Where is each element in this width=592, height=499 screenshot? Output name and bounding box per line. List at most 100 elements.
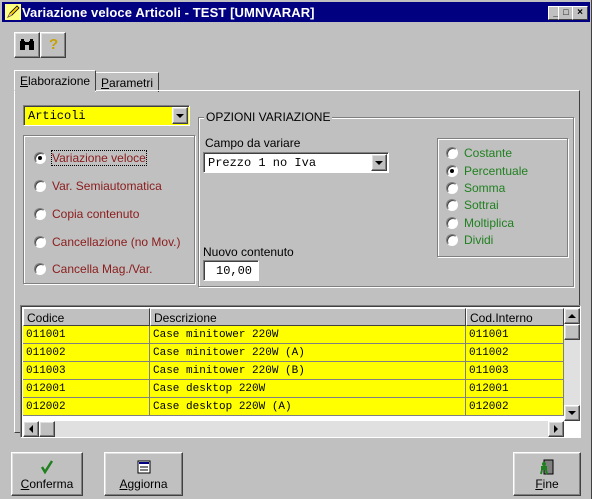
scroll-down-button[interactable]	[564, 405, 580, 421]
cell-descrizione[interactable]: Case desktop 220W (A)	[150, 398, 466, 416]
radio-button[interactable]	[446, 217, 458, 229]
chevron-down-icon	[176, 114, 184, 118]
help-icon: ?	[49, 36, 59, 53]
binoculars-icon	[20, 39, 34, 50]
tab-parametri-label: arametri	[109, 76, 154, 90]
table-row[interactable]: 011003 Case minitower 220W (B) 011003	[23, 362, 564, 380]
radio-label: Var. Semiautomatica	[52, 179, 162, 193]
radio-label: Costante	[464, 146, 513, 160]
cell-descrizione[interactable]: Case minitower 220W (B)	[150, 362, 466, 380]
radio-label: Dividi	[464, 233, 494, 247]
radio-label: Variazione veloce	[51, 150, 147, 166]
archive-select[interactable]: Articoli	[23, 105, 190, 126]
close-icon: ×	[577, 7, 583, 18]
tab-elaborazione[interactable]: Elaborazione	[14, 70, 97, 91]
cell-codice[interactable]: 012001	[23, 380, 150, 398]
cell-cod-interno[interactable]: 011002	[466, 344, 564, 362]
radio-label: Somma	[464, 181, 506, 195]
field-to-change-select[interactable]: Prezzo 1 no Iva	[203, 152, 389, 173]
cell-codice[interactable]: 012002	[23, 398, 150, 416]
radio-label: Moltiplica	[464, 216, 515, 230]
end-button[interactable]: Fine	[513, 452, 581, 496]
tab-elaborazione-mnemonic: E	[20, 74, 29, 88]
exit-door-icon	[540, 459, 554, 475]
arrow-up-icon	[568, 314, 576, 318]
cell-descrizione[interactable]: Case minitower 220W	[150, 326, 466, 344]
tab-parametri-mnemonic: P	[101, 76, 110, 90]
cell-cod-interno[interactable]: 011001	[466, 326, 564, 344]
column-header-descrizione[interactable]: Descrizione	[150, 308, 466, 326]
radio-button[interactable]	[446, 182, 458, 194]
scroll-thumb[interactable]	[39, 421, 55, 437]
checkmark-icon	[40, 460, 54, 475]
radio-button[interactable]	[446, 199, 458, 211]
window-title: Variazione veloce Articoli - TEST [UMNVA…	[22, 5, 315, 20]
articles-grid[interactable]: Codice Descrizione Cod.Interno 011001 Ca…	[20, 305, 581, 438]
maximize-icon: □	[563, 7, 569, 17]
confirm-button[interactable]: Conferma	[11, 452, 83, 496]
help-tool-button[interactable]: ?	[40, 32, 66, 58]
arrow-left-icon	[29, 425, 33, 433]
end-button-label: Fine	[535, 477, 559, 491]
vertical-scrollbar[interactable]	[564, 308, 580, 421]
table-row[interactable]: 012001 Case desktop 220W 012001	[23, 380, 564, 398]
cell-codice[interactable]: 011003	[23, 362, 150, 380]
refresh-button-label: Aggiorna	[119, 477, 168, 491]
column-header-cod-interno[interactable]: Cod.Interno	[466, 308, 564, 326]
archive-dropdown-button[interactable]	[172, 107, 188, 124]
table-row[interactable]: 011002 Case minitower 220W (A) 011002	[23, 344, 564, 362]
app-window: Variazione veloce Articoli - TEST [UMNVA…	[0, 0, 592, 499]
new-content-label: Nuovo contenuto	[203, 245, 294, 259]
title-bar[interactable]: Variazione veloce Articoli - TEST [UMNVA…	[2, 2, 590, 22]
cell-codice[interactable]: 011002	[23, 344, 150, 362]
radio-label: Sottrai	[464, 198, 499, 212]
cell-cod-interno[interactable]: 012001	[466, 380, 564, 398]
column-header-label: Codice	[27, 311, 65, 325]
cell-descrizione[interactable]: Case desktop 220W	[150, 380, 466, 398]
tab-elaborazione-label: laborazione	[28, 74, 91, 88]
options-group-title: OPZIONI VARIAZIONE	[204, 110, 333, 124]
table-row[interactable]: 012002 Case desktop 220W (A) 012002	[23, 398, 564, 416]
pencil-icon	[5, 4, 21, 20]
scroll-left-button[interactable]	[23, 421, 39, 437]
archive-select-value: Articoli	[28, 109, 86, 123]
cell-cod-interno[interactable]: 012002	[466, 398, 564, 416]
refresh-button[interactable]: Aggiorna	[104, 452, 183, 496]
close-button[interactable]: ×	[572, 6, 588, 20]
scroll-thumb[interactable]	[564, 324, 580, 340]
column-header-label: Cod.Interno	[470, 311, 533, 325]
arrow-down-icon	[568, 411, 576, 415]
chevron-down-icon	[375, 161, 383, 165]
arrow-right-icon	[554, 425, 558, 433]
column-header-codice[interactable]: Codice	[23, 308, 150, 326]
cell-cod-interno[interactable]: 011003	[466, 362, 564, 380]
radio-button[interactable]	[34, 236, 46, 248]
radio-button[interactable]	[34, 263, 46, 275]
list-icon	[137, 460, 150, 474]
radio-label: Copia contenuto	[52, 207, 140, 221]
radio-button[interactable]	[446, 147, 458, 159]
radio-label: Cancella Mag./Var.	[52, 262, 153, 276]
field-to-change-value: Prezzo 1 no Iva	[208, 156, 317, 170]
field-dropdown-button[interactable]	[371, 154, 387, 171]
radio-button[interactable]	[446, 234, 458, 246]
radio-label: Percentuale	[464, 164, 529, 178]
radio-button[interactable]	[34, 180, 46, 192]
field-to-change-label: Campo da variare	[205, 136, 301, 150]
cell-codice[interactable]: 011001	[23, 326, 150, 344]
new-content-value: 10,00	[216, 264, 253, 278]
radio-button[interactable]	[34, 152, 46, 164]
scroll-right-button[interactable]	[548, 421, 564, 437]
horizontal-scrollbar[interactable]	[23, 421, 564, 437]
radio-label: Cancellazione (no Mov.)	[52, 235, 181, 249]
tab-parametri[interactable]: Parametri	[95, 72, 160, 92]
new-content-input[interactable]: 10,00	[203, 260, 259, 281]
cell-descrizione[interactable]: Case minitower 220W (A)	[150, 344, 466, 362]
confirm-button-label: Conferma	[20, 477, 74, 491]
column-header-label: Descrizione	[154, 311, 217, 325]
table-row[interactable]: 011001 Case minitower 220W 011001	[23, 326, 564, 344]
radio-button[interactable]	[34, 208, 46, 220]
scroll-up-button[interactable]	[564, 308, 580, 324]
search-tool-button[interactable]	[14, 32, 40, 58]
radio-button[interactable]	[446, 165, 458, 177]
